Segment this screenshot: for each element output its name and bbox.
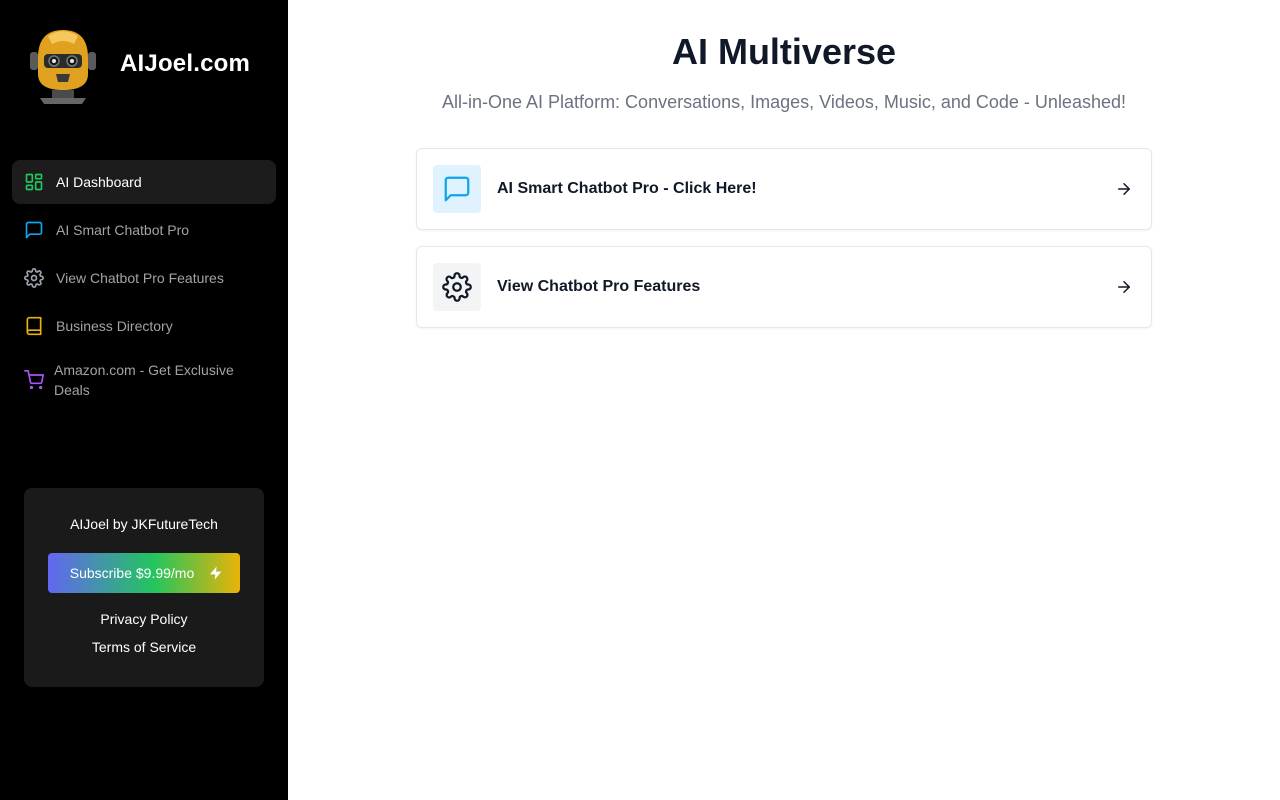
- chat-icon: [433, 165, 481, 213]
- card-label: View Chatbot Pro Features: [497, 278, 701, 295]
- book-icon: [24, 316, 44, 336]
- page-title: AI Multiverse: [671, 31, 897, 72]
- card-label: AI Smart Chatbot Pro - Click Here!: [497, 180, 757, 197]
- main-content: AI Multiverse All-in-One AI Platform: Co…: [288, 0, 1280, 800]
- terms-of-service-link[interactable]: Terms of Service: [48, 637, 240, 657]
- privacy-policy-link[interactable]: Privacy Policy: [48, 609, 240, 629]
- brand[interactable]: AIJoel.com: [28, 24, 250, 104]
- sidebar-item-amazon-deals[interactable]: Amazon.com - Get Exclusive Deals: [12, 352, 276, 408]
- dashboard-icon: [24, 172, 44, 192]
- sidebar-footer-card: AIJoel by JKFutureTech Subscribe $9.99/m…: [24, 488, 264, 687]
- sidebar-item-label: Amazon.com - Get Exclusive Deals: [54, 362, 234, 398]
- gear-icon: [24, 268, 44, 288]
- sidebar-item-label: AI Dashboard: [56, 174, 142, 190]
- sidebar-item-label: View Chatbot Pro Features: [56, 270, 224, 286]
- sidebar: AIJoel.com AI Dashboard AI Smart Chatbot…: [0, 0, 288, 800]
- lightning-icon: [210, 566, 222, 580]
- subscribe-label: Subscribe $9.99/mo: [69, 565, 195, 581]
- sidebar-item-label: AI Smart Chatbot Pro: [56, 222, 190, 238]
- gear-icon: [433, 263, 481, 311]
- cart-icon: [24, 370, 44, 390]
- chat-icon: [24, 220, 44, 240]
- chatbot-features-card[interactable]: View Chatbot Pro Features: [416, 246, 1152, 328]
- sidebar-nav: AI Dashboard AI Smart Chatbot Pro View C…: [12, 160, 276, 412]
- sidebar-item-ai-smart-chatbot-pro[interactable]: AI Smart Chatbot Pro: [12, 208, 276, 252]
- chatbot-pro-card[interactable]: AI Smart Chatbot Pro - Click Here!: [416, 148, 1152, 230]
- brand-name: AIJoel.com: [120, 50, 251, 77]
- arrow-right-icon: [1118, 183, 1130, 195]
- sidebar-item-ai-dashboard[interactable]: AI Dashboard: [12, 160, 276, 204]
- page-subtitle: All-in-One AI Platform: Conversations, I…: [442, 92, 1126, 112]
- arrow-right-icon: [1118, 281, 1130, 293]
- robot-logo-icon: [30, 30, 96, 104]
- sidebar-item-view-chatbot-pro-features[interactable]: View Chatbot Pro Features: [12, 256, 276, 300]
- footer-title: AIJoel by JKFutureTech: [70, 516, 218, 532]
- subscribe-button[interactable]: Subscribe $9.99/mo: [48, 553, 240, 593]
- sidebar-item-label: Business Directory: [56, 318, 173, 334]
- sidebar-item-business-directory[interactable]: Business Directory: [12, 304, 276, 348]
